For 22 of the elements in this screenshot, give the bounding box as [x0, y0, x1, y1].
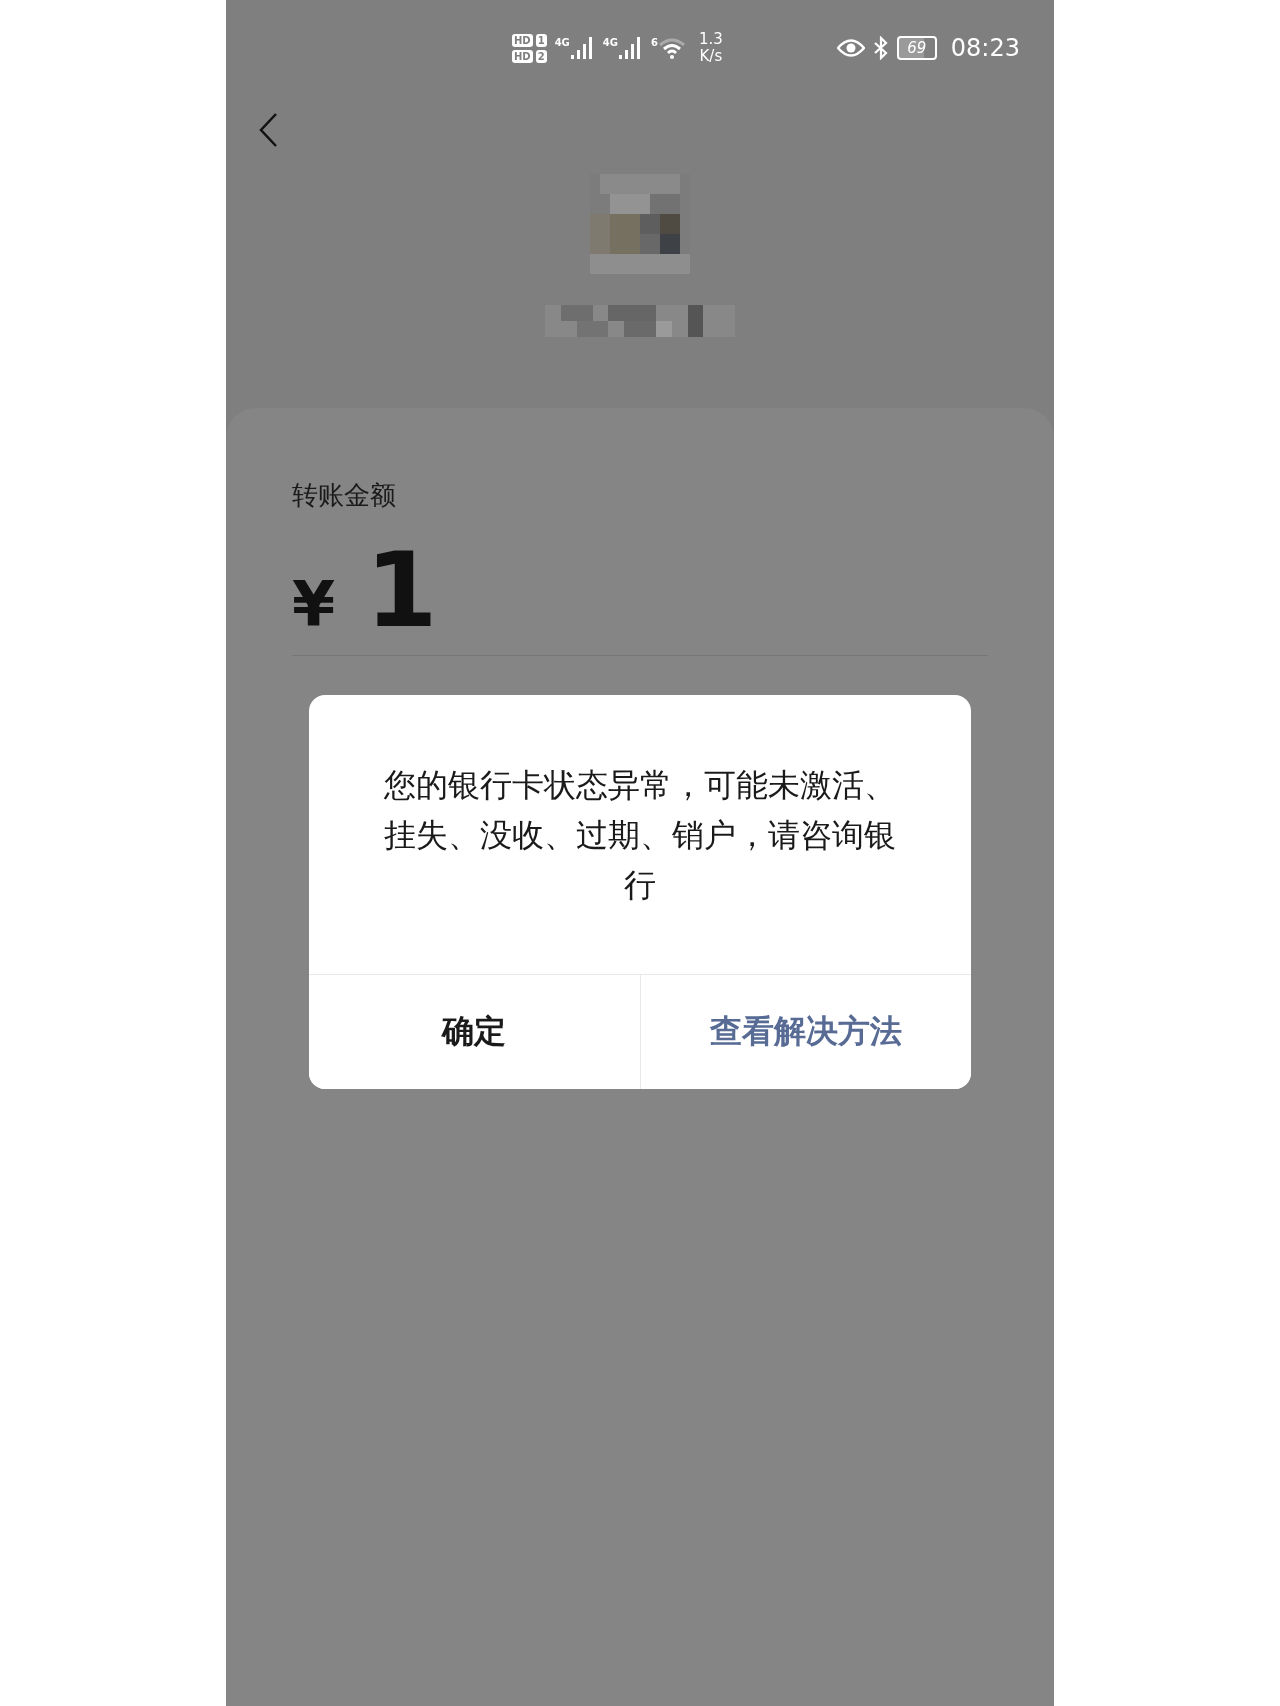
wifi-label: 6	[651, 37, 658, 48]
amount-label: 转账金额	[292, 479, 397, 512]
wifi-icon	[658, 37, 685, 59]
clock-time: 08:23	[950, 34, 1020, 62]
signal-icon	[619, 37, 643, 59]
hd-badge: HD	[512, 33, 533, 47]
bluetooth-icon	[872, 36, 889, 60]
battery-icon: 69	[896, 36, 937, 60]
dialog-message: 您的银行卡状态异常，可能未激活、挂失、没收、过期、销户，请咨询银行	[383, 764, 897, 906]
network-speed-text: K/s	[699, 48, 723, 65]
currency-symbol: ¥	[292, 568, 336, 641]
signal-icon	[570, 37, 595, 59]
network-label: 4G	[602, 37, 618, 48]
network-speed-text: 1.3	[698, 31, 723, 48]
sim-slot-badge: 1	[535, 33, 547, 47]
eye-icon	[836, 39, 865, 57]
hd-badge: HD	[512, 49, 533, 63]
back-icon[interactable]	[258, 112, 278, 148]
network-label: 4G	[554, 37, 570, 48]
sim-slot-badge: 2	[535, 49, 547, 63]
amount-value[interactable]: 1	[365, 533, 438, 648]
dialog-button[interactable]: 查看解决方法	[639, 975, 971, 1089]
